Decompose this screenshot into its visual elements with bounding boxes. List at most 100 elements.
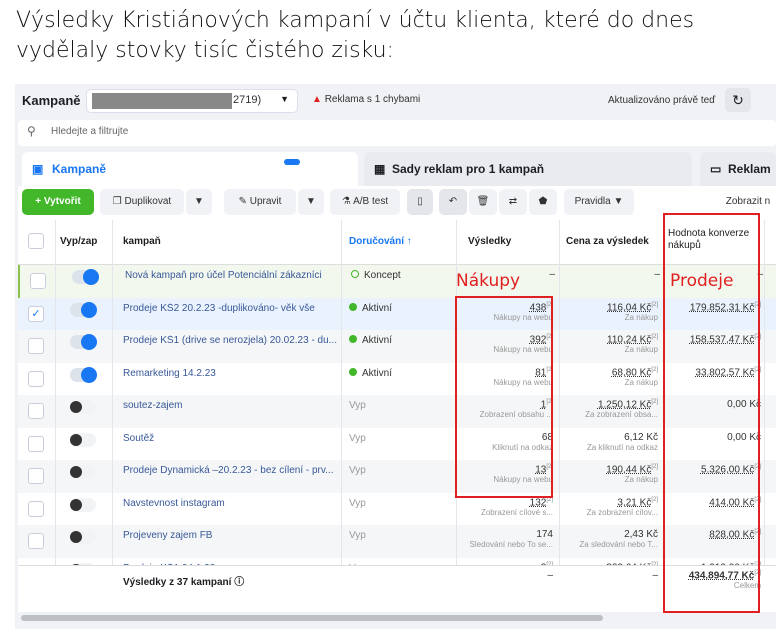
campaign-toggle[interactable] [70,432,96,447]
campaign-name-link[interactable]: Prodeje KŠ2 20.2.23 -duplikováno- věk vš… [123,303,345,314]
campaign-toggle[interactable] [70,400,96,414]
duplicate-button[interactable]: ❐ Duplikovat [100,189,184,215]
create-button[interactable]: + Vytvořit [22,189,94,215]
cost-cell-sub: Za nákup [624,377,658,387]
ad-icon: ▭ [710,162,722,176]
delete-button[interactable]: 🗑 [469,189,497,215]
campaign-name-link[interactable]: Soutěž [123,433,345,444]
active-status-icon [349,367,357,376]
edit-button[interactable]: ✎ Upravit [224,189,296,215]
row-checkbox[interactable] [28,500,44,517]
info-icon[interactable]: ⓘ [234,577,244,588]
search-placeholder: Hledejte a filtrujte [51,126,129,137]
campaign-toggle[interactable] [70,334,97,350]
cost-cell-sub: Za zobrazení obsa... [585,410,658,420]
campaign-name-link[interactable]: soutez-zajem [123,400,345,411]
col-campaign[interactable]: kampaň [123,236,161,247]
campaign-toggle[interactable] [70,530,96,544]
delivery-text: Vyp [349,465,366,476]
delivery-status: Aktivní [349,367,392,379]
undo-button[interactable]: ↶ [439,189,467,215]
warning-text: Reklama s 1 chybami [324,94,421,105]
cost-cell-value: 2,43 Kč [624,529,658,540]
search-input[interactable]: ⚲ Hledejte a filtrujte [18,120,776,146]
campaign-name-link[interactable]: Projeveny zajem FB [123,530,345,541]
cost-cell: 2,43 Kč Za sledování nebo T... [563,529,658,549]
view-button[interactable]: Zobrazit n [718,189,776,215]
redacted-account-name [92,93,232,109]
campaign-toggle[interactable] [72,269,99,285]
delivery-text: Aktivní [362,335,393,346]
campaign-name-link[interactable]: Navstevnost instagram [123,498,345,509]
row-checkbox[interactable] [28,468,44,484]
account-select[interactable]: 2719) ▼ [86,89,298,113]
footer-label: Výsledky z 37 kampaní ⓘ [123,573,244,588]
ab-test-button[interactable]: ⚗ A/B test [330,189,400,215]
campaign-name-link[interactable]: Prodeje Dynamická –20.2.23 - bez cílení … [123,465,345,476]
cost-cell-value: 190,44 Kč [606,464,652,476]
col-results[interactable]: Výsledky [468,236,511,247]
row-checkbox[interactable] [28,338,44,354]
campaign-name-link[interactable]: Remarketing 14.2.23 [123,368,345,379]
refresh-button[interactable]: ↻ [725,88,751,112]
delivery-text: Aktivní [362,302,393,314]
page-title: Kampaně [22,93,81,108]
close-icon[interactable]: × [292,169,298,180]
rules-button[interactable]: Pravidla ▼ [564,189,634,215]
account-id: 2719) [233,94,262,106]
row-checkbox[interactable] [28,533,44,549]
campaign-name-link[interactable]: Nová kampaň pro účel Potenciální zákazní… [125,270,347,281]
error-warning[interactable]: ▲ Reklama s 1 chybami [312,94,420,105]
cost-cell: 116,04 Kč[2] Za nákup [563,302,658,322]
campaign-toggle[interactable] [70,497,96,512]
edit-dropdown[interactable]: ▼ [298,189,324,215]
flask-icon: ⚗ [341,196,351,207]
active-status-icon [349,335,357,343]
cost-cell-sub: Za nákup [624,475,658,485]
campaign-toggle[interactable] [70,366,97,383]
clipboard-button[interactable]: ▯ [407,189,433,215]
results-cell: 132[2] Zobrazení cílové s... [458,497,553,517]
footer-results: – [458,570,553,581]
tab-campaigns[interactable]: ▣ Kampaně 1 vybraný × [22,152,358,191]
tag-button[interactable]: ⬟ [529,189,557,215]
draft-status-icon [351,270,359,278]
footer-results-value: – [547,570,553,581]
col-cost[interactable]: Cena za výsledek [566,236,649,247]
campaign-name-link[interactable]: Prodeje KŠ1 (drive se nerozjela) 20.02.2… [123,335,345,346]
tab-ads[interactable]: ▭ Reklam [700,152,776,186]
cost-cell: 110,24 Kč[2] Za nákup [563,334,658,354]
results-cell-value: – [549,269,555,280]
delivery-text: Vyp [349,530,366,541]
col-toggle[interactable]: Vyp/zap [60,236,97,247]
grid-icon: ▦ [374,162,386,176]
campaign-toggle[interactable] [70,301,97,318]
tab-adsets[interactable]: ▦ Sady reklam pro 1 kampaň [364,152,692,186]
ads-manager-screenshot: Kampaně 2719) ▼ ▲ Reklama s 1 chybami Akt… [15,84,776,629]
row-checkbox[interactable] [30,273,46,289]
delivery-status: Aktivní [349,302,393,314]
campaign-toggle[interactable] [70,465,96,479]
select-all-checkbox[interactable] [28,233,44,249]
cost-cell-value: 6,12 Kč [624,431,658,443]
cost-cell-sub: Za kliknutí na odkaz [586,442,658,452]
cost-cell: 190,44 Kč[2] Za nákup [563,464,658,484]
tab-ads-label: Reklam [728,162,771,176]
duplicate-dropdown[interactable]: ▼ [186,189,212,215]
cost-cell-value: 116,04 Kč [607,301,652,313]
footer-cost-value: – [652,570,658,581]
col-delivery[interactable]: Doručování ↑ [349,236,412,247]
row-checkbox[interactable]: ✓ [28,305,44,322]
rules-label: Pravidla [574,196,611,207]
row-checkbox[interactable] [28,403,44,419]
row-checkbox[interactable] [28,435,44,452]
cost-cell: 1.250,12 Kč[2] Za zobrazení obsa... [563,399,658,419]
row-checkbox[interactable] [28,370,44,387]
compare-button[interactable]: ⇄ [499,189,527,215]
cost-cell: – [565,269,660,280]
horizontal-scrollbar[interactable] [21,615,603,621]
delivery-status: Vyp [349,465,366,476]
selected-chip[interactable]: 1 vybraný × [284,159,327,191]
cost-cell-sub: Za zobrazení cílov... [586,507,658,517]
ab-test-label: A/B test [353,196,389,207]
